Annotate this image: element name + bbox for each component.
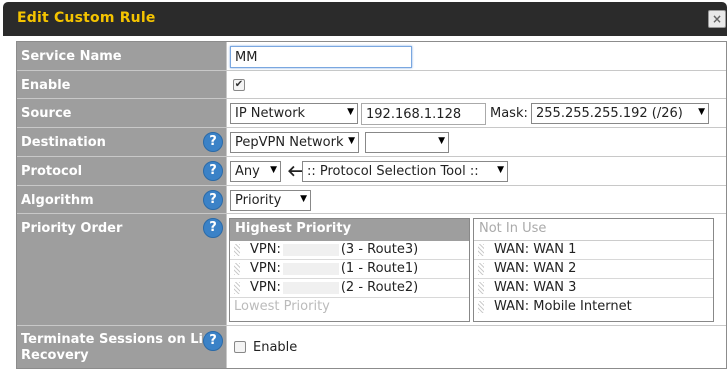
source-type-select[interactable]: IP Network ▼ (230, 103, 358, 124)
drag-handle-icon[interactable] (234, 244, 240, 256)
source-mask-select[interactable]: 255.255.255.192 (/26) ▼ (531, 103, 709, 124)
destination-label: Destination (21, 135, 106, 150)
chevron-down-icon: ▼ (347, 107, 354, 117)
highest-priority-header: Highest Priority (230, 219, 469, 241)
source-label: Source (21, 106, 72, 121)
help-icon[interactable]: ? (203, 132, 223, 152)
row-destination: Destination ? PepVPN Network ▼ ▼ (17, 128, 726, 157)
priority-item[interactable]: VPN: (1 - Route1) (230, 260, 469, 279)
drag-handle-icon[interactable] (478, 244, 484, 256)
row-service-name: Service Name MM (17, 42, 726, 71)
row-protocol: Protocol ? Any▼ 🡐 :: Protocol Selection … (17, 157, 726, 186)
custom-rule-form: Service Name MM Enable ✔ Source IP Netwo… (16, 41, 727, 369)
dialog-title: Edit Custom Rule (17, 10, 156, 26)
chevron-down-icon: ▼ (300, 194, 307, 204)
drag-handle-icon[interactable] (478, 282, 484, 294)
row-enable: Enable ✔ (17, 71, 726, 99)
destination-type-select[interactable]: PepVPN Network ▼ (230, 132, 359, 153)
close-button[interactable]: × (708, 10, 726, 28)
protocol-select[interactable]: Any ▼ (230, 161, 281, 182)
help-icon[interactable]: ? (203, 218, 223, 238)
priority-order-label: Priority Order (21, 221, 123, 236)
not-in-use-item[interactable]: WAN: Mobile Internet (474, 298, 713, 317)
chevron-down-icon: ▼ (438, 136, 445, 146)
priority-item[interactable]: VPN: (2 - Route2) (230, 279, 469, 298)
in-use-list: Highest Priority VPN: (3 - Route3) VPN: (1… (229, 218, 470, 322)
protocol-label: Protocol (21, 164, 83, 179)
service-name-label: Service Name (21, 49, 122, 64)
not-in-use-list: Not In Use WAN: WAN 1 WAN: WAN 2 WAN: WA… (473, 218, 714, 322)
drag-handle-icon[interactable] (478, 263, 484, 275)
service-name-input[interactable]: MM (230, 46, 412, 68)
drag-handle-icon[interactable] (234, 282, 240, 294)
drag-handle-icon[interactable] (478, 301, 484, 313)
terminate-label-line1: Terminate Sessions on Link (21, 332, 221, 347)
dialog-titlebar: Edit Custom Rule (3, 2, 727, 36)
row-terminate-sessions: Terminate Sessions on Link Recovery ? En… (17, 326, 726, 368)
row-priority-order: Priority Order ? Highest Priority VPN: (3… (17, 214, 726, 326)
chevron-down-icon: ▼ (698, 107, 705, 117)
chevron-down-icon: ▼ (348, 136, 355, 146)
protocol-tool-select[interactable]: :: Protocol Selection Tool :: ▼ (302, 161, 508, 182)
row-source: Source IP Network ▼ 192.168.1.128 Mask: 2… (17, 99, 726, 128)
help-icon[interactable]: ? (203, 331, 223, 351)
lowest-priority-label: Lowest Priority (234, 299, 330, 314)
priority-item[interactable]: VPN: (3 - Route3) (230, 241, 469, 260)
mask-label: Mask: (490, 106, 528, 121)
terminate-enable-checkbox[interactable] (234, 341, 246, 353)
source-ip-input[interactable]: 192.168.1.128 (361, 103, 486, 125)
algorithm-select[interactable]: Priority ▼ (230, 190, 311, 211)
not-in-use-header: Not In Use (474, 219, 713, 241)
chevron-down-icon: ▼ (497, 165, 504, 175)
algorithm-label: Algorithm (21, 193, 94, 208)
enable-label: Enable (21, 78, 71, 93)
terminate-label-line2: Recovery (21, 348, 89, 363)
help-icon[interactable]: ? (203, 190, 223, 210)
destination-network-select[interactable]: ▼ (365, 132, 449, 153)
help-icon[interactable]: ? (203, 161, 223, 181)
row-algorithm: Algorithm ? Priority ▼ (17, 186, 726, 214)
enable-checkbox[interactable]: ✔ (233, 79, 245, 91)
terminate-enable-label: Enable (253, 340, 298, 355)
not-in-use-item[interactable]: WAN: WAN 2 (474, 260, 713, 279)
drag-handle-icon[interactable] (234, 263, 240, 275)
not-in-use-item[interactable]: WAN: WAN 3 (474, 279, 713, 298)
not-in-use-item[interactable]: WAN: WAN 1 (474, 241, 713, 260)
chevron-down-icon: ▼ (270, 165, 277, 175)
